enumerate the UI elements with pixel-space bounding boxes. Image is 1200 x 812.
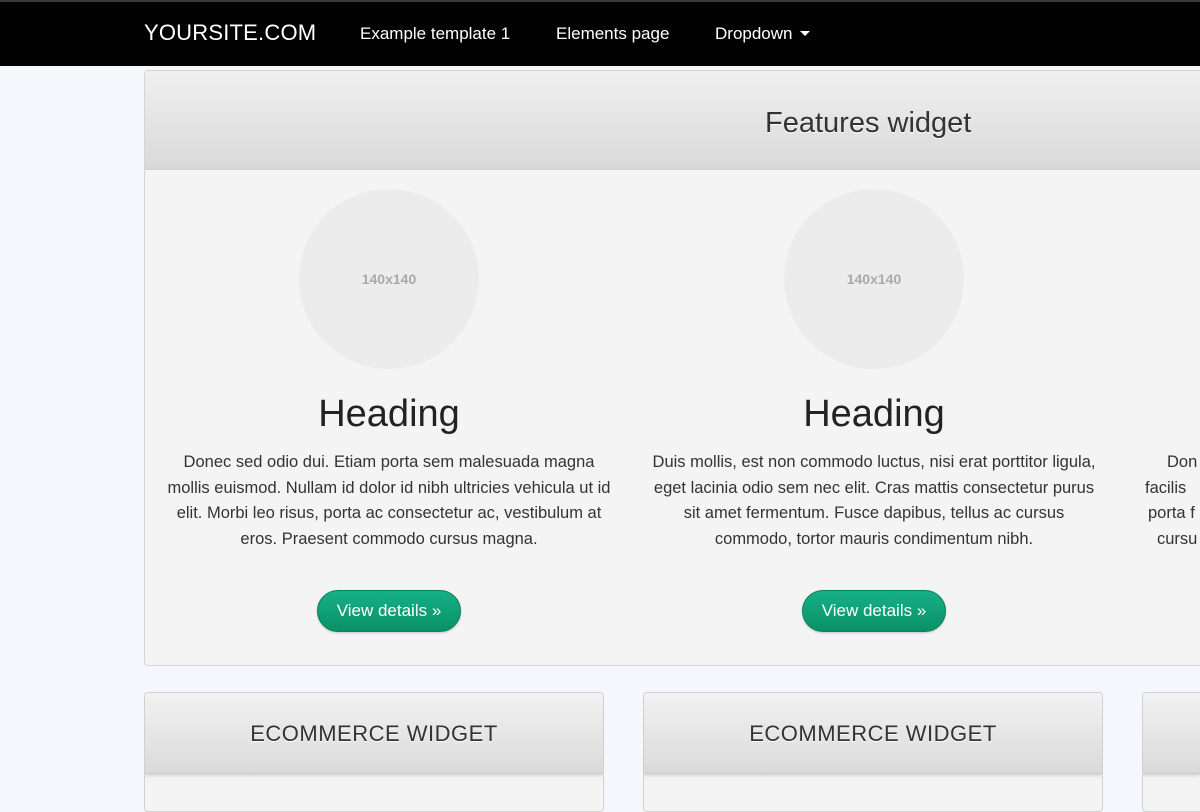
features-widget-panel: Features widget 140x140 Heading Donec se… (144, 70, 1200, 666)
feature-image-placeholder: 140x140 (299, 189, 479, 369)
ecommerce-widget-title: ECOMMERCE WIDGET (250, 721, 498, 746)
nav-dropdown-label: Dropdown (715, 24, 793, 43)
ecommerce-widget: ECOMMERCE WIDGET (144, 692, 604, 812)
view-details-button[interactable]: View details » (802, 590, 946, 632)
ecommerce-widget-clipped (1142, 692, 1200, 812)
clipped-text-line: facilis (1145, 478, 1187, 497)
clipped-text-line: Don (1167, 453, 1198, 471)
features-widget-header: Features widget (145, 71, 1200, 170)
feature-image-placeholder: 140x140 (784, 189, 964, 369)
feature-heading: Heading (318, 393, 460, 435)
features-widget-title: Features widget (765, 107, 972, 139)
nav-link-elements-page[interactable]: Elements page (556, 24, 669, 44)
clipped-text-line: porta f (1148, 504, 1195, 522)
nav-dropdown-toggle[interactable]: Dropdown (715, 24, 810, 44)
view-details-button[interactable]: View details » (317, 590, 461, 632)
ecommerce-widget-header: ECOMMERCE WIDGET (145, 693, 603, 774)
feature-heading: Heading (803, 393, 945, 435)
ecommerce-widget-header (1143, 693, 1200, 774)
ecommerce-widget-header: ECOMMERCE WIDGET (644, 693, 1102, 774)
site-brand-link[interactable]: YOURSITE.COM (144, 20, 316, 46)
clipped-text-line: cursu (1157, 529, 1198, 548)
feature-description: Donec sed odio dui. Etiam porta sem male… (167, 453, 611, 548)
caret-down-icon (799, 31, 810, 36)
feature-description: Duis mollis, est non commodo luctus, nis… (652, 453, 1096, 548)
top-navbar: YOURSITE.COM Example template 1 Elements… (0, 0, 1200, 66)
feature-description-clipped: Don facilis porta f cursu (1145, 450, 1200, 552)
nav-link-example-template[interactable]: Example template 1 (360, 24, 510, 44)
ecommerce-widget-title: ECOMMERCE WIDGET (749, 721, 997, 746)
ecommerce-widget: ECOMMERCE WIDGET (643, 692, 1103, 812)
